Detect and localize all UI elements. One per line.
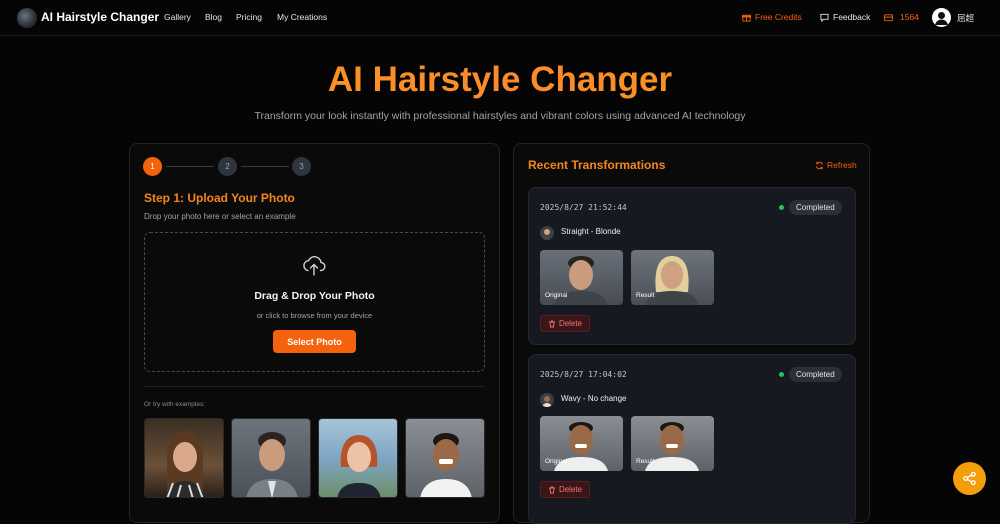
original-label: Original [545,292,568,299]
nav-gallery[interactable]: Gallery [164,12,191,22]
recent-title: Recent Transformations [528,158,666,172]
delete-label: Delete [558,485,583,494]
card-timestamp: 2025/8/27 17:04:02 [540,370,627,379]
feedback-label: Feedback [833,12,871,22]
trash-icon [548,320,555,327]
share-icon [963,471,976,486]
original-label: Original [545,458,568,465]
refresh-label: Refresh [827,160,857,170]
style-avatar [540,226,554,240]
top-navbar: AI Hairstyle Changer Gallery Blog Pricin… [0,0,1000,36]
username[interactable]: 屈超 [957,12,974,24]
logo-icon[interactable] [17,8,37,28]
status-dot [779,205,784,210]
refresh-icon [815,161,824,169]
style-name: Wavy - No change [561,394,627,403]
style-avatar [540,393,554,407]
status-badge: Completed [789,200,842,215]
example-photo-3[interactable] [318,418,398,498]
step-connector [241,166,289,167]
upload-cloud-icon [303,256,326,276]
select-photo-button[interactable]: Select Photo [273,330,356,353]
divider [144,386,485,387]
credits-icon [884,13,893,21]
card-timestamp: 2025/8/27 21:52:44 [540,203,627,212]
free-credits-link[interactable]: Free Credits [742,12,802,22]
dropzone-title: Drag & Drop Your Photo [254,290,375,302]
trash-icon [548,486,555,493]
result-thumbnail[interactable]: Result [631,250,714,305]
example-photo-4[interactable] [405,418,485,498]
brand-name[interactable]: AI Hairstyle Changer [41,10,159,24]
result-thumbnail[interactable]: Result [631,416,714,471]
step-1-indicator: 1 [143,157,162,176]
page-subtitle: Transform your look instantly with profe… [254,110,746,122]
step-3-indicator: 3 [292,157,311,176]
nav-my-creations[interactable]: My Creations [277,12,327,22]
credits-count: 1564 [900,12,919,22]
dropzone-subtitle: or click to browse from your device [256,311,373,320]
original-thumbnail[interactable]: Original [540,416,623,471]
step-2-indicator: 2 [218,157,237,176]
result-label: Result [636,292,655,299]
credits-balance[interactable]: 1564 [884,12,919,22]
delete-button[interactable]: Delete [540,315,590,332]
feedback-icon [820,13,829,22]
avatar[interactable] [932,8,951,27]
example-photo-2[interactable] [231,418,311,498]
style-name: Straight - Blonde [561,227,621,236]
feedback-link[interactable]: Feedback [820,12,870,22]
page-title: AI Hairstyle Changer [0,60,1000,100]
example-photo-1[interactable] [144,418,224,498]
nav-blog[interactable]: Blog [205,12,222,22]
delete-label: Delete [558,319,583,328]
status-badge: Completed [789,367,842,382]
gift-icon [742,14,751,22]
step-title: Step 1: Upload Your Photo [144,191,295,205]
result-label: Result [636,458,655,465]
nav-pricing[interactable]: Pricing [236,12,262,22]
share-button[interactable] [953,462,986,495]
examples-label: Or try with examples: [144,401,206,408]
original-thumbnail[interactable]: Original [540,250,623,305]
status-dot [779,372,784,377]
refresh-button[interactable]: Refresh [815,160,857,170]
avatar-icon [935,12,948,25]
step-connector [166,166,214,167]
free-credits-label: Free Credits [755,12,802,22]
delete-button[interactable]: Delete [540,481,590,498]
step-description: Drop your photo here or select an exampl… [144,212,296,221]
